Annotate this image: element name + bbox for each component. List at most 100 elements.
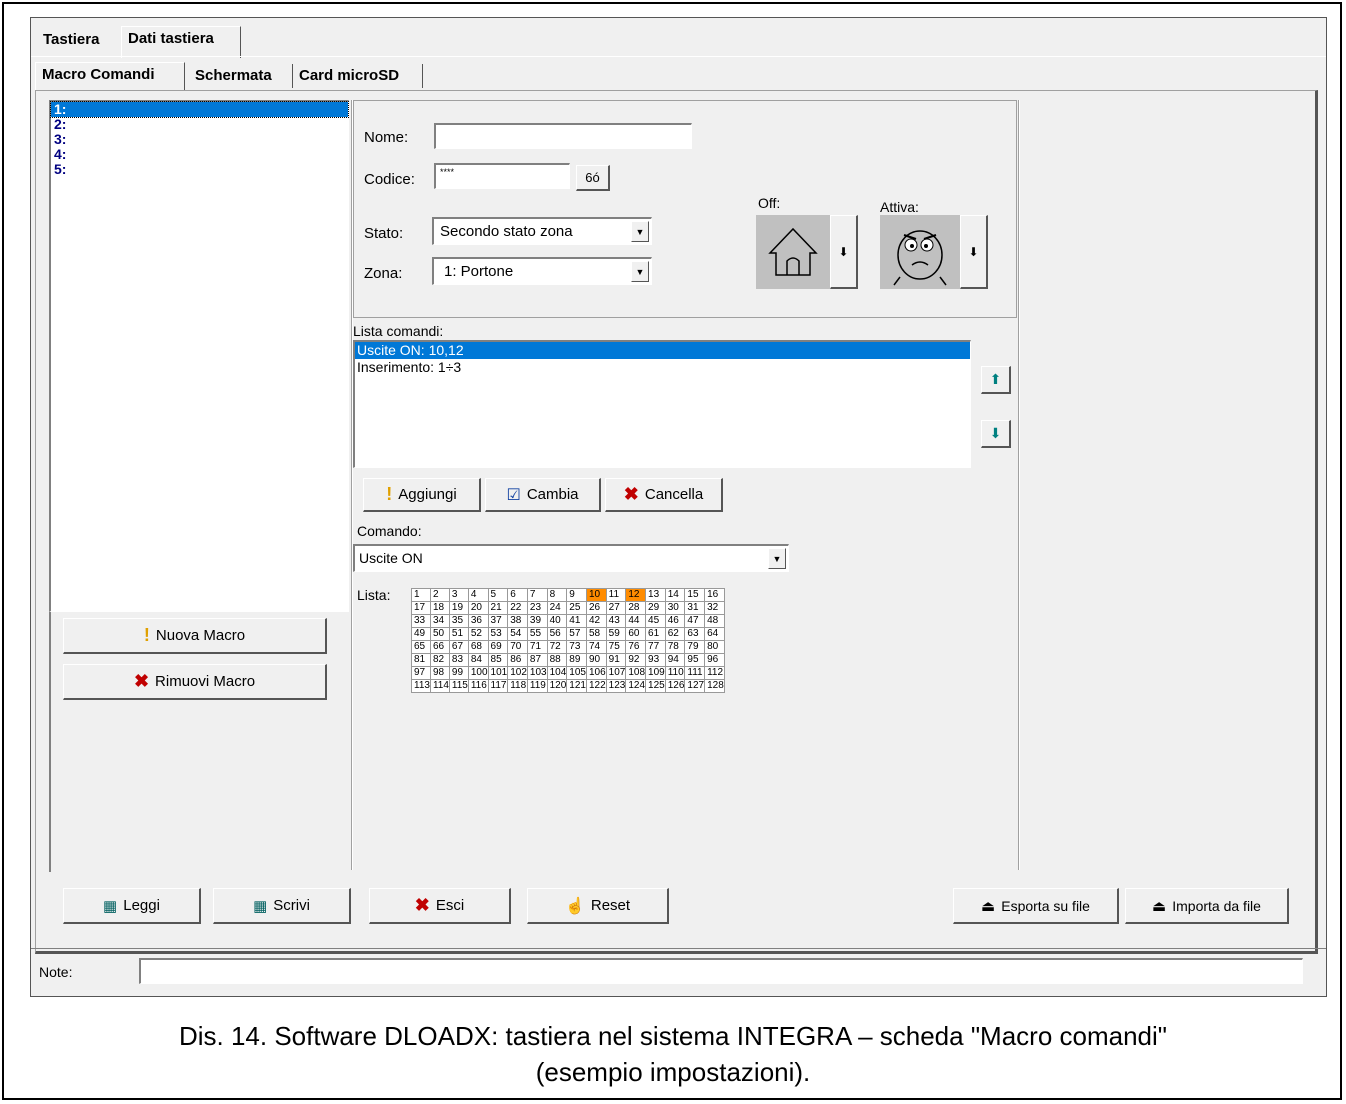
grid-cell[interactable]: 39 [526, 614, 548, 628]
grid-cell[interactable]: 44 [625, 614, 647, 628]
grid-cell[interactable]: 63 [684, 627, 706, 641]
export-button[interactable]: ⏏ Esporta su file [953, 888, 1119, 924]
grid-cell[interactable]: 65 [411, 640, 431, 654]
note-field[interactable] [139, 958, 1303, 984]
grid-cell[interactable]: 1 [411, 588, 431, 602]
grid-cell[interactable]: 26 [585, 601, 607, 615]
grid-cell[interactable]: 5 [487, 588, 509, 602]
grid-cell[interactable]: 91 [605, 653, 627, 667]
grid-cell[interactable]: 71 [526, 640, 548, 654]
grid-cell[interactable]: 19 [448, 601, 469, 615]
grid-cell[interactable]: 62 [664, 627, 686, 641]
grid-cell[interactable]: 10 [585, 588, 607, 602]
grid-cell[interactable]: 93 [645, 653, 666, 667]
grid-cell[interactable]: 45 [645, 614, 666, 628]
grid-cell[interactable]: 84 [467, 653, 489, 667]
grid-cell[interactable]: 2 [429, 588, 450, 602]
grid-cell[interactable]: 107 [605, 666, 627, 680]
grid-cell[interactable]: 82 [429, 653, 450, 667]
grid-cell[interactable]: 125 [645, 679, 666, 693]
grid-cell[interactable]: 67 [448, 640, 469, 654]
grid-cell[interactable]: 47 [684, 614, 706, 628]
grid-cell[interactable]: 58 [585, 627, 607, 641]
grid-cell[interactable]: 13 [645, 588, 666, 602]
grid-cell[interactable]: 32 [704, 601, 725, 615]
grid-cell[interactable]: 9 [566, 588, 587, 602]
grid-cell[interactable]: 3 [448, 588, 469, 602]
grid-cell[interactable]: 111 [684, 666, 706, 680]
grid-cell[interactable]: 28 [625, 601, 647, 615]
remove-macro-button[interactable]: ✖ Rimuovi Macro [63, 664, 327, 700]
grid-cell[interactable]: 48 [704, 614, 725, 628]
grid-cell[interactable]: 113 [411, 679, 431, 693]
grid-cell[interactable]: 87 [526, 653, 548, 667]
grid-cell[interactable]: 53 [487, 627, 509, 641]
grid-cell[interactable]: 18 [429, 601, 450, 615]
grid-cell[interactable]: 36 [467, 614, 489, 628]
command-list[interactable]: Uscite ON: 10,12 Inserimento: 1÷3 [353, 340, 971, 468]
grid-cell[interactable]: 52 [467, 627, 489, 641]
exit-button[interactable]: ✖ Esci [369, 888, 511, 924]
grid-cell[interactable]: 80 [704, 640, 725, 654]
grid-cell[interactable]: 76 [625, 640, 647, 654]
grid-cell[interactable]: 120 [546, 679, 568, 693]
grid-cell[interactable]: 92 [625, 653, 647, 667]
grid-cell[interactable]: 86 [507, 653, 528, 667]
list-item[interactable]: 3: [51, 132, 348, 147]
output-grid-table[interactable]: 1 2 3 4 5 6 7 8 9 10 11 12 13 14 15 16 17 18 19 20 21 22 23 24 2… [411, 588, 725, 693]
grid-cell[interactable]: 109 [645, 666, 666, 680]
chevron-down-icon[interactable]: ▼ [631, 221, 649, 242]
grid-cell[interactable]: 110 [664, 666, 686, 680]
grid-cell[interactable]: 56 [546, 627, 568, 641]
grid-cell[interactable]: 8 [546, 588, 568, 602]
grid-cell[interactable]: 22 [507, 601, 528, 615]
grid-cell[interactable]: 17 [411, 601, 431, 615]
grid-cell[interactable]: 25 [566, 601, 587, 615]
grid-cell[interactable]: 15 [684, 588, 706, 602]
list-item[interactable]: Uscite ON: 10,12 [355, 342, 970, 359]
grid-cell[interactable]: 96 [704, 653, 725, 667]
chevron-down-icon[interactable]: ▼ [631, 261, 649, 282]
grid-cell[interactable]: 37 [487, 614, 509, 628]
grid-cell[interactable]: 29 [645, 601, 666, 615]
delete-command-button[interactable]: ✖ Cancella [605, 478, 723, 512]
grid-cell[interactable]: 6 [507, 588, 528, 602]
grid-cell[interactable]: 121 [566, 679, 587, 693]
macro-list[interactable]: 1: 2: 3: 4: 5: [49, 100, 349, 612]
grid-cell[interactable]: 119 [526, 679, 548, 693]
off-icon-picker-button[interactable]: ⬇ [830, 215, 858, 289]
grid-cell[interactable]: 102 [507, 666, 528, 680]
grid-cell[interactable]: 41 [566, 614, 587, 628]
list-item[interactable]: 2: [51, 117, 348, 132]
angry-face-icon[interactable] [880, 215, 960, 289]
grid-cell[interactable]: 88 [546, 653, 568, 667]
grid-cell[interactable]: 75 [605, 640, 627, 654]
grid-cell[interactable]: 46 [664, 614, 686, 628]
active-icon-picker-button[interactable]: ⬇ [960, 215, 988, 289]
grid-cell[interactable]: 54 [507, 627, 528, 641]
name-field[interactable] [434, 123, 692, 149]
grid-cell[interactable]: 40 [546, 614, 568, 628]
add-command-button[interactable]: ! Aggiungi [363, 478, 481, 512]
grid-cell[interactable]: 124 [625, 679, 647, 693]
grid-cell[interactable]: 61 [645, 627, 666, 641]
grid-cell[interactable]: 64 [704, 627, 725, 641]
grid-cell[interactable]: 127 [684, 679, 706, 693]
grid-cell[interactable]: 116 [467, 679, 489, 693]
grid-cell[interactable]: 85 [487, 653, 509, 667]
grid-cell[interactable]: 51 [448, 627, 469, 641]
tab-schermata[interactable]: Schermata [189, 64, 293, 88]
grid-cell[interactable]: 101 [487, 666, 509, 680]
import-button[interactable]: ⏏ Importa da file [1125, 888, 1289, 924]
grid-cell[interactable]: 98 [429, 666, 450, 680]
grid-cell[interactable]: 79 [684, 640, 706, 654]
grid-cell[interactable]: 59 [605, 627, 627, 641]
grid-cell[interactable]: 35 [448, 614, 469, 628]
grid-cell[interactable]: 105 [566, 666, 587, 680]
grid-cell[interactable]: 77 [645, 640, 666, 654]
grid-cell[interactable]: 50 [429, 627, 450, 641]
grid-cell[interactable]: 100 [467, 666, 489, 680]
grid-cell[interactable]: 106 [585, 666, 607, 680]
grid-cell[interactable]: 115 [448, 679, 469, 693]
grid-cell[interactable]: 34 [429, 614, 450, 628]
